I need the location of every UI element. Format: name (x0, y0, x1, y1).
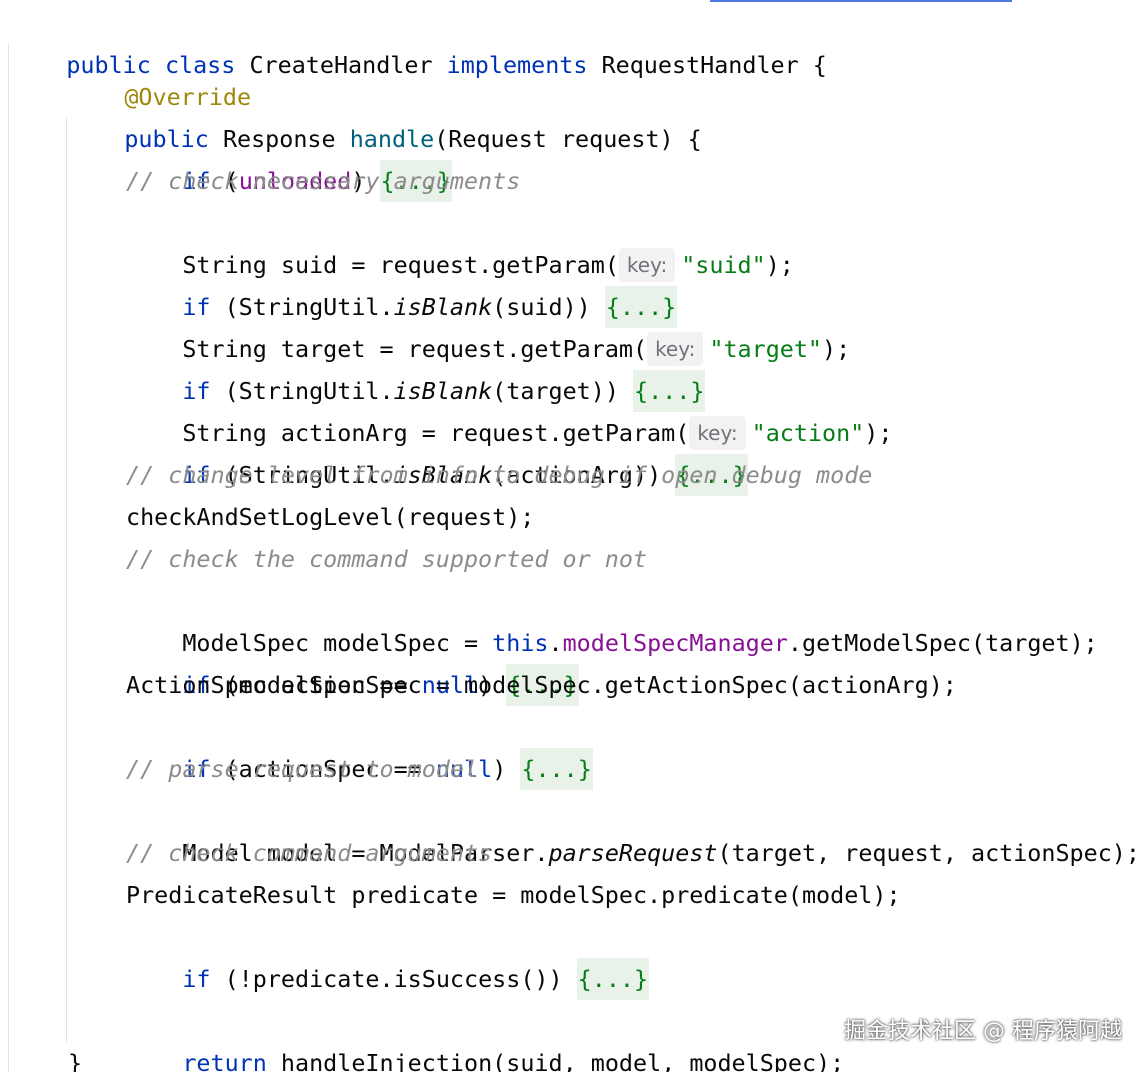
code-text: (target, request, actionSpec); (717, 839, 1140, 867)
code-line[interactable]: if (modelSpec == null) {...} (126, 622, 579, 706)
code-line-closing-brace[interactable]: } (68, 1042, 82, 1072)
code-text: .getModelSpec(target); (787, 629, 1098, 657)
code-text: ) (492, 755, 521, 783)
code-text: ); (864, 419, 893, 447)
code-comment[interactable]: // change level from info to debug if op… (126, 454, 872, 496)
method-params: (Request request) { (434, 125, 702, 153)
code-text: ); (765, 251, 794, 279)
folded-block[interactable]: {...} (520, 748, 593, 790)
code-line[interactable]: if (StringUtil.isBlank(target)) {...} (126, 328, 706, 412)
code-line-return[interactable]: return handleInjection(suid, model, mode… (126, 1000, 844, 1072)
string-literal: "action" (751, 419, 865, 447)
code-line[interactable]: if (StringUtil.isBlank(actionArg)) {...} (126, 412, 748, 496)
code-comment[interactable]: // parse request to model (126, 748, 478, 790)
code-comment[interactable]: // check the command supported or not (126, 538, 647, 580)
code-line[interactable]: if (unloaded) {...} (126, 118, 452, 202)
code-line[interactable]: PredicateResult predicate = modelSpec.pr… (126, 874, 901, 916)
code-line[interactable]: String actionArg = request.getParam(key:… (126, 370, 892, 450)
code-comment[interactable]: // check necessary arguments (126, 160, 520, 202)
code-text: handleInjection(suid, model, modelSpec); (266, 1049, 845, 1072)
code-line[interactable]: String suid = request.getParam(key: "suid… (126, 202, 794, 282)
indent-guide-class (8, 44, 9, 1072)
code-line[interactable]: if (actionSpec == null) {...} (126, 706, 593, 790)
brace: { (812, 51, 827, 79)
indent-guide-method (66, 118, 67, 1042)
code-text: ); (822, 335, 851, 363)
code-comment[interactable]: // check command arguments (126, 832, 492, 874)
code-line[interactable]: ModelSpec modelSpec = this.modelSpecMana… (126, 580, 1097, 657)
code-line[interactable]: Model model = ModelParser.parseRequest(t… (126, 790, 1140, 867)
code-line[interactable]: ActionSpec actionSpec = modelSpec.getAct… (126, 664, 957, 706)
code-line[interactable]: String target = request.getParam(key: "ta… (126, 286, 850, 366)
code-line-annotation[interactable]: @Override (68, 34, 251, 111)
static-method: parseRequest (548, 839, 718, 867)
code-line[interactable]: if (!predicate.isSuccess()) {...} (126, 916, 650, 1000)
keyword: return (182, 1049, 267, 1072)
keyword: if (182, 965, 211, 993)
string-literal: "target" (709, 335, 823, 363)
string-literal: "suid" (681, 251, 766, 279)
code-editor[interactable]: public class CreateHandler implements Re… (0, 0, 1148, 1072)
code-line-method-declaration[interactable]: public Response handle(Request request) … (68, 76, 701, 153)
keyword: implements (446, 51, 588, 79)
class-name: CreateHandler (249, 51, 433, 79)
watermark: 掘金技术社区 @ 程序猿阿越 (844, 1019, 1122, 1044)
folded-block[interactable]: {...} (576, 958, 650, 1000)
code-line[interactable]: checkAndSetLogLevel(request); (126, 496, 534, 538)
code-text: (!predicate.isSuccess()) (210, 965, 577, 993)
field-reference: modelSpecManager (562, 629, 788, 657)
interface-name: RequestHandler (601, 51, 799, 79)
code-line[interactable]: if (StringUtil.isBlank(suid)) {...} (126, 244, 678, 328)
